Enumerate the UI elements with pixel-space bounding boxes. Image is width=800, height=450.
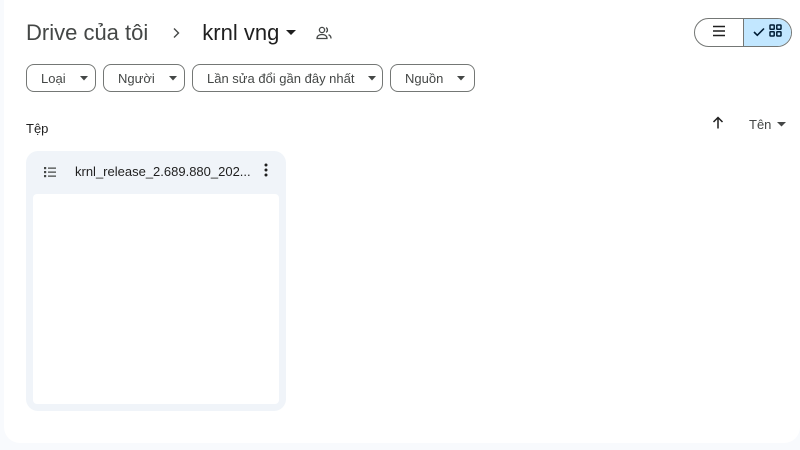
filter-label: Người (118, 70, 155, 86)
filter-source-chip[interactable]: Nguồn (390, 64, 475, 92)
current-folder-name: krnl vng (202, 20, 280, 45)
filter-people-chip[interactable]: Người (103, 64, 185, 92)
breadcrumb-root-my-drive[interactable]: Drive của tôi (26, 18, 148, 48)
chevron-right-icon (168, 25, 184, 41)
check-icon (753, 24, 765, 42)
more-vert-icon (264, 163, 268, 182)
sort-by-button[interactable]: Tên (749, 117, 787, 132)
breadcrumb: Drive của tôi krnl vng (26, 18, 332, 48)
grid-view-button[interactable] (743, 19, 791, 46)
more-actions-button[interactable] (257, 163, 275, 181)
list-view-icon (712, 24, 726, 42)
file-thumbnail[interactable] (33, 194, 279, 404)
text-file-icon (43, 165, 57, 179)
filter-label: Lần sửa đổi gần đây nhất (207, 70, 355, 86)
filter-chips: Loại Người Lần sửa đổi gần đây nhất Nguồ… (26, 64, 482, 92)
filter-type-chip[interactable]: Loại (26, 64, 96, 92)
arrow-up-icon (712, 116, 724, 134)
breadcrumb-current-folder[interactable]: krnl vng (202, 18, 297, 48)
file-card[interactable]: krnl_release_2.689.880_202... (26, 151, 286, 411)
section-title-files: Tệp (26, 121, 49, 136)
caret-down-icon (777, 122, 787, 127)
caret-down-icon (168, 75, 177, 81)
file-name: krnl_release_2.689.880_202... (75, 164, 251, 179)
grid-view-icon (769, 23, 782, 42)
filter-label: Loại (41, 70, 66, 86)
filter-modified-chip[interactable]: Lần sửa đổi gần đây nhất (192, 64, 383, 92)
caret-down-icon (286, 30, 297, 36)
main-panel: Drive của tôi krnl vng Loại Người Lần sử… (4, 0, 800, 443)
caret-down-icon (368, 75, 377, 81)
filter-label: Nguồn (405, 70, 444, 86)
shared-folder-icon[interactable] (316, 26, 332, 40)
file-card-header: krnl_release_2.689.880_202... (26, 151, 286, 193)
sort-by-label: Tên (749, 117, 772, 132)
view-toggle (694, 18, 792, 47)
sort-direction-button[interactable] (709, 116, 727, 134)
caret-down-icon (457, 75, 466, 81)
list-view-button[interactable] (695, 19, 744, 46)
caret-down-icon (79, 75, 88, 81)
